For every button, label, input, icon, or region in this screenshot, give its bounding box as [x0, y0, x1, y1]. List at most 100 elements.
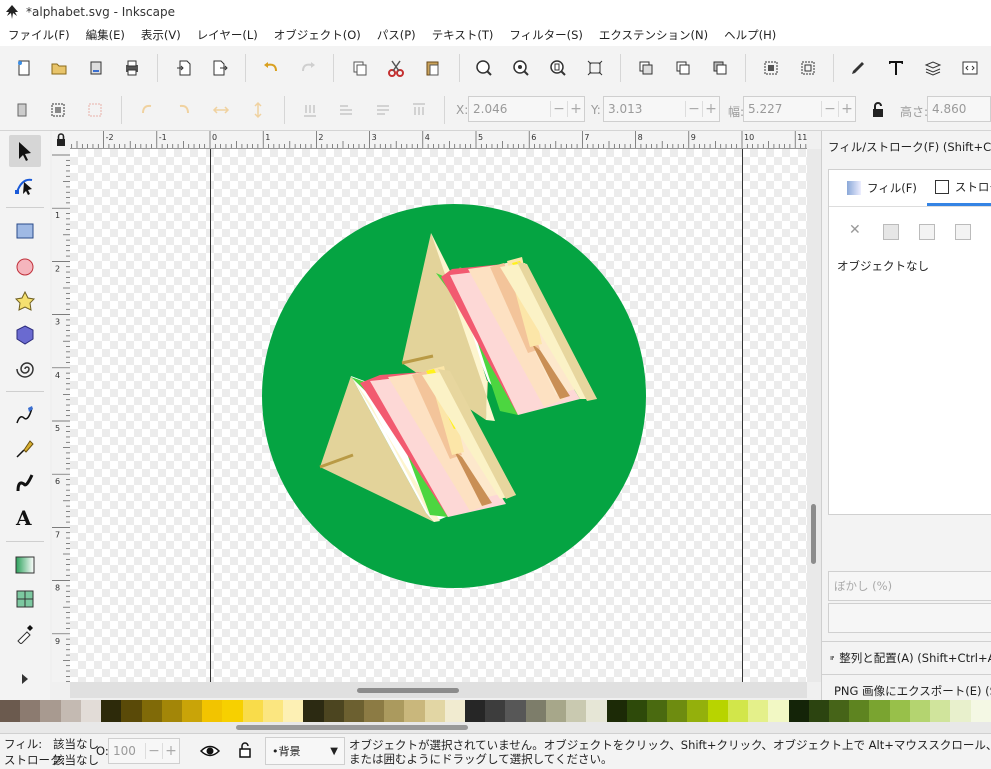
- pencil-tool-icon[interactable]: [9, 399, 41, 431]
- palette-swatch[interactable]: [242, 700, 263, 722]
- stroke-indicator-value[interactable]: 該当なし: [53, 752, 99, 768]
- sandwich-artwork[interactable]: [70, 149, 807, 682]
- linear-gradient-icon[interactable]: [919, 224, 935, 240]
- palette-swatch[interactable]: [748, 700, 769, 722]
- select-all-icon[interactable]: [10, 98, 34, 122]
- palette-swatch[interactable]: [0, 700, 21, 722]
- raise-icon[interactable]: [371, 98, 395, 122]
- x-plus[interactable]: +: [567, 101, 584, 117]
- zoom-selection-icon[interactable]: [472, 56, 496, 80]
- palette-swatch[interactable]: [808, 700, 829, 722]
- zoom-page-icon[interactable]: [546, 56, 570, 80]
- palette-swatch[interactable]: [40, 700, 61, 722]
- palette-swatch[interactable]: [323, 700, 344, 722]
- opacity-plus[interactable]: +: [162, 743, 179, 759]
- vertical-scroll-thumb[interactable]: [811, 504, 816, 564]
- deselect-icon[interactable]: [83, 98, 107, 122]
- lower-icon[interactable]: [334, 98, 358, 122]
- mesh-tool-icon[interactable]: [9, 583, 41, 615]
- width-minus[interactable]: −: [821, 101, 838, 117]
- flip-vertical-icon[interactable]: [246, 98, 270, 122]
- palette-swatch[interactable]: [606, 700, 627, 722]
- x-spinbox[interactable]: 2.046− +: [468, 96, 585, 122]
- drawing-canvas[interactable]: [70, 149, 807, 682]
- palette-swatch[interactable]: [788, 700, 809, 722]
- horizontal-scroll-thumb[interactable]: [357, 688, 459, 693]
- raise-to-top-icon[interactable]: [407, 98, 431, 122]
- palette-swatch[interactable]: [343, 700, 364, 722]
- height-spinbox[interactable]: 4.860: [927, 96, 991, 122]
- palette-swatch[interactable]: [222, 700, 243, 722]
- print-icon[interactable]: [120, 56, 144, 80]
- select-original-icon[interactable]: [708, 56, 732, 80]
- width-spinbox[interactable]: 5.227− +: [743, 96, 856, 122]
- select-all-layers-icon[interactable]: [46, 98, 70, 122]
- menu-text[interactable]: テキスト(T): [424, 27, 502, 43]
- text-tool-icon[interactable]: A: [9, 501, 41, 533]
- rotate-ccw-icon[interactable]: [135, 98, 159, 122]
- export-icon[interactable]: [208, 56, 232, 80]
- ungroup-icon[interactable]: [796, 56, 820, 80]
- dropper-tool-icon[interactable]: [9, 617, 41, 649]
- clone-icon[interactable]: [634, 56, 658, 80]
- 3d-box-tool-icon[interactable]: [9, 319, 41, 351]
- import-icon[interactable]: [172, 56, 196, 80]
- palette-swatch[interactable]: [202, 700, 223, 722]
- palette-swatch[interactable]: [828, 700, 850, 722]
- duplicate-icon[interactable]: [348, 56, 372, 80]
- layers-icon[interactable]: [921, 56, 945, 80]
- palette-swatch[interactable]: [444, 700, 466, 722]
- group-icon[interactable]: [759, 56, 783, 80]
- palette-swatch[interactable]: [950, 700, 971, 722]
- radial-gradient-icon[interactable]: [955, 224, 971, 240]
- align-distribute-header[interactable]: 整列と配置(A) (Shift+Ctrl+A): [822, 641, 991, 675]
- lock-ratio-icon[interactable]: [866, 98, 890, 122]
- fill-stroke-header[interactable]: フィル/ストローク(F) (Shift+Ctrl+F): [822, 137, 991, 157]
- node-tool-icon[interactable]: [9, 169, 41, 201]
- open-icon[interactable]: [47, 56, 71, 80]
- redo-icon[interactable]: [296, 56, 320, 80]
- layer-lock-icon[interactable]: [236, 741, 254, 759]
- palette-swatch[interactable]: [970, 700, 991, 722]
- width-plus[interactable]: +: [838, 101, 855, 117]
- palette-swatch[interactable]: [626, 700, 647, 722]
- rectangle-tool-icon[interactable]: [9, 215, 41, 247]
- palette-swatch[interactable]: [727, 700, 749, 722]
- undo-icon[interactable]: [259, 56, 283, 80]
- menu-filters[interactable]: フィルター(S): [501, 27, 591, 43]
- width-value[interactable]: 5.227: [744, 102, 821, 116]
- calligraphy-tool-icon[interactable]: [9, 467, 41, 499]
- menu-layer[interactable]: レイヤー(L): [189, 27, 266, 43]
- opacity-field[interactable]: 100− +: [108, 738, 180, 764]
- y-value[interactable]: 3.013: [604, 102, 685, 116]
- opacity-spinbox[interactable]: [828, 603, 991, 633]
- text-font-icon[interactable]: [884, 56, 908, 80]
- vertical-scrollbar[interactable]: [807, 149, 821, 682]
- eye-icon[interactable]: [200, 742, 220, 760]
- palette-swatch[interactable]: [283, 700, 304, 722]
- ellipse-tool-icon[interactable]: [9, 251, 41, 283]
- blur-spinbox[interactable]: ぼかし (%): [828, 571, 991, 601]
- palette-swatch[interactable]: [707, 700, 728, 722]
- selector-tool-icon[interactable]: [9, 135, 41, 167]
- unlink-clone-icon[interactable]: [671, 56, 695, 80]
- y-plus[interactable]: +: [702, 101, 719, 117]
- opacity-minus[interactable]: −: [145, 743, 162, 759]
- palette-swatch[interactable]: [687, 700, 708, 722]
- fill-stroke-icon[interactable]: [846, 56, 870, 80]
- lower-to-bottom-icon[interactable]: [298, 98, 322, 122]
- palette-swatch[interactable]: [384, 700, 405, 722]
- palette-swatch[interactable]: [181, 700, 203, 722]
- star-tool-icon[interactable]: [9, 285, 41, 317]
- menu-object[interactable]: オブジェクト(O): [266, 27, 369, 43]
- layer-dropdown[interactable]: •背景 ▼: [265, 737, 345, 765]
- cut-icon[interactable]: [384, 56, 408, 80]
- palette-swatch[interactable]: [363, 700, 385, 722]
- y-minus[interactable]: −: [685, 101, 702, 117]
- palette-swatch[interactable]: [141, 700, 162, 722]
- xml-editor-icon[interactable]: [958, 56, 982, 80]
- palette-swatch[interactable]: [20, 700, 41, 722]
- menu-file[interactable]: ファイル(F): [0, 27, 78, 43]
- new-document-icon[interactable]: [12, 56, 36, 80]
- palette-swatch[interactable]: [505, 700, 526, 722]
